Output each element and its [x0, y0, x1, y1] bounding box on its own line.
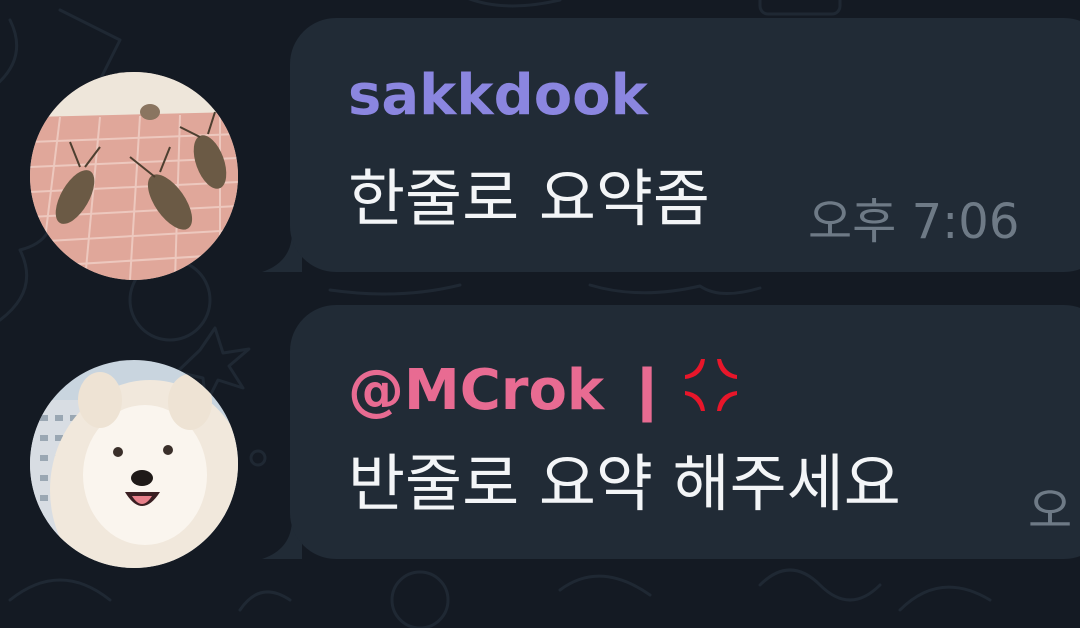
sender-name-text: @MCrok ❙ [348, 358, 671, 423]
message-timestamp: 오후 7:06 [808, 194, 1020, 250]
samoyed-dog-photo-avatar [30, 360, 238, 568]
message-text: 반줄로 요약 해주세요 [348, 447, 901, 520]
sender-avatar-sakkdook[interactable] [30, 72, 238, 280]
sender-avatar-mcrok[interactable] [30, 360, 238, 568]
message-timestamp: 오 [1028, 483, 1073, 539]
sender-name[interactable]: sakkdook [348, 68, 648, 124]
sender-name[interactable]: @MCrok ❙ [348, 353, 743, 419]
message-bubble[interactable]: @MCrok ❙ 반줄로 요약 해주세요 오 [290, 305, 1080, 559]
message-bubble[interactable]: sakkdook 한줄로 요약좀 오후 7:06 [290, 18, 1080, 272]
message-text: 한줄로 요약좀 [348, 162, 710, 235]
cockroach-photo-avatar [30, 72, 238, 280]
anger-symbol-icon [684, 359, 737, 411]
